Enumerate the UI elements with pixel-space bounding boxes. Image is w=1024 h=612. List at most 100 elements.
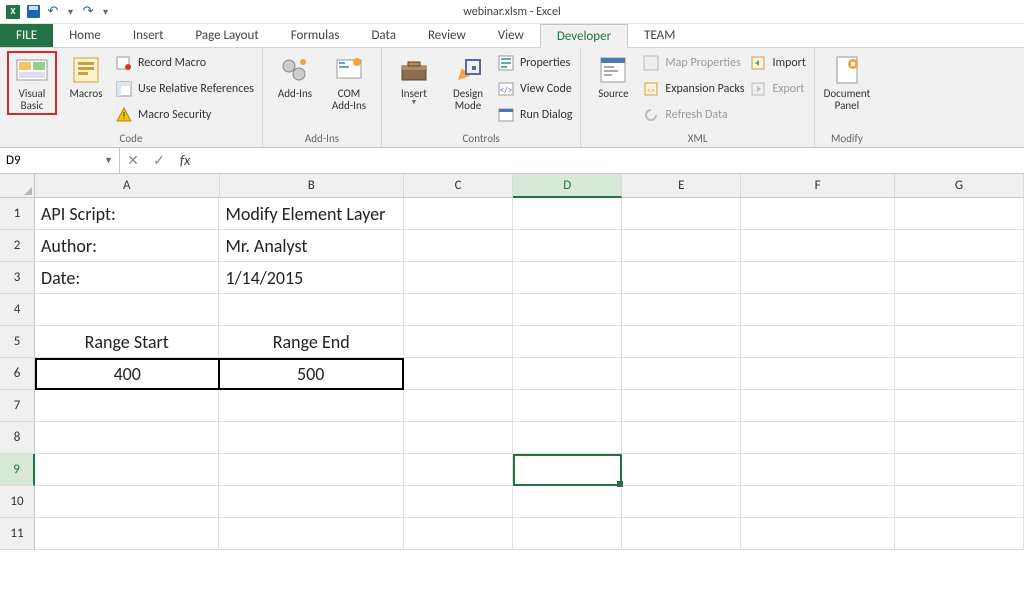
tab-view[interactable]: View xyxy=(482,24,540,47)
cell[interactable] xyxy=(622,294,741,326)
tab-insert[interactable]: Insert xyxy=(117,24,180,47)
cell[interactable] xyxy=(895,422,1024,454)
cell[interactable] xyxy=(404,294,513,326)
properties-button[interactable]: Properties xyxy=(498,52,572,74)
cell[interactable] xyxy=(622,518,741,550)
cell[interactable] xyxy=(513,358,622,390)
row-header[interactable]: 5 xyxy=(0,326,35,358)
column-header[interactable]: G xyxy=(895,174,1024,198)
cell[interactable] xyxy=(513,422,622,454)
cell[interactable] xyxy=(622,358,741,390)
cell[interactable] xyxy=(404,326,513,358)
cell[interactable] xyxy=(895,486,1024,518)
active-cell[interactable] xyxy=(513,454,622,486)
cell[interactable] xyxy=(404,198,513,230)
cell[interactable] xyxy=(622,262,741,294)
cell[interactable] xyxy=(741,262,895,294)
row-header[interactable]: 4 xyxy=(0,294,35,326)
use-relative-refs-button[interactable]: Use Relative References xyxy=(116,78,254,100)
document-panel-button[interactable]: Document Panel xyxy=(823,52,871,114)
export-button[interactable]: Export xyxy=(750,78,805,100)
cell[interactable] xyxy=(219,390,403,422)
insert-control-button[interactable]: Insert ▼ xyxy=(390,52,438,108)
cell[interactable] xyxy=(513,294,622,326)
cell[interactable] xyxy=(219,454,403,486)
cell[interactable] xyxy=(741,454,895,486)
cell[interactable] xyxy=(513,198,622,230)
cell[interactable] xyxy=(895,358,1024,390)
cell[interactable]: 1/14/2015 xyxy=(219,262,403,294)
cell[interactable] xyxy=(895,262,1024,294)
row-header[interactable]: 11 xyxy=(0,518,35,550)
macro-security-button[interactable]: ! Macro Security xyxy=(116,104,254,126)
cell[interactable] xyxy=(35,294,219,326)
import-button[interactable]: Import xyxy=(750,52,805,74)
cell[interactable] xyxy=(622,230,741,262)
tab-formulas[interactable]: Formulas xyxy=(275,24,356,47)
tab-team[interactable]: TEAM xyxy=(628,24,691,47)
macros-button[interactable]: Macros xyxy=(62,52,110,102)
cell[interactable]: Mr. Analyst xyxy=(219,230,403,262)
row-header[interactable]: 6 xyxy=(0,358,35,390)
cell[interactable] xyxy=(219,518,403,550)
row-header[interactable]: 1 xyxy=(0,198,35,230)
cell[interactable] xyxy=(741,390,895,422)
select-all-corner[interactable] xyxy=(0,174,35,198)
tab-review[interactable]: Review xyxy=(412,24,482,47)
cell[interactable] xyxy=(513,326,622,358)
cell[interactable] xyxy=(895,294,1024,326)
cell[interactable] xyxy=(513,390,622,422)
cell[interactable] xyxy=(741,486,895,518)
worksheet-grid[interactable]: 1 2 3 4 5 6 7 8 9 10 11 A B C D E F G AP… xyxy=(0,174,1024,612)
com-addins-button[interactable]: COM Add-Ins xyxy=(325,52,373,114)
cell[interactable]: Range End xyxy=(219,326,403,358)
row-header[interactable]: 2 xyxy=(0,230,35,262)
cell[interactable] xyxy=(741,422,895,454)
source-button[interactable]: Source xyxy=(589,52,637,102)
cell[interactable] xyxy=(404,422,513,454)
name-box[interactable]: D9 ▼ xyxy=(0,148,120,173)
design-mode-button[interactable]: Design Mode xyxy=(444,52,492,114)
cell[interactable] xyxy=(404,518,513,550)
record-macro-button[interactable]: Record Macro xyxy=(116,52,254,74)
run-dialog-button[interactable]: Run Dialog xyxy=(498,104,572,126)
cell[interactable] xyxy=(622,326,741,358)
visual-basic-button[interactable]: Visual Basic xyxy=(8,52,56,114)
cell[interactable] xyxy=(35,454,219,486)
cell[interactable] xyxy=(404,454,513,486)
tab-developer[interactable]: Developer xyxy=(540,24,628,48)
row-header[interactable]: 8 xyxy=(0,422,35,454)
cell[interactable]: Range Start xyxy=(35,326,219,358)
column-header[interactable]: D xyxy=(513,174,622,198)
view-code-button[interactable]: </> View Code xyxy=(498,78,572,100)
cell[interactable] xyxy=(741,326,895,358)
cell[interactable] xyxy=(35,390,219,422)
column-header[interactable]: A xyxy=(35,174,220,198)
cell[interactable] xyxy=(622,422,741,454)
cell[interactable] xyxy=(404,358,513,390)
formula-input[interactable] xyxy=(198,148,1024,173)
cell[interactable]: 500 xyxy=(220,358,404,390)
cell[interactable]: Date: xyxy=(35,262,219,294)
cell[interactable] xyxy=(404,262,513,294)
cell[interactable] xyxy=(622,198,741,230)
save-icon[interactable] xyxy=(24,3,42,21)
cell[interactable] xyxy=(741,198,895,230)
name-box-dropdown-icon[interactable]: ▼ xyxy=(104,155,113,166)
expansion-packs-button[interactable]: <> Expansion Packs xyxy=(643,78,744,100)
refresh-data-button[interactable]: Refresh Data xyxy=(643,104,744,126)
column-header[interactable]: C xyxy=(404,174,513,198)
cell[interactable] xyxy=(513,486,622,518)
cell[interactable] xyxy=(513,262,622,294)
cell[interactable] xyxy=(895,230,1024,262)
cell[interactable]: API Script: xyxy=(35,198,219,230)
cell[interactable] xyxy=(219,294,403,326)
addins-button[interactable]: Add-Ins xyxy=(271,52,319,102)
cell[interactable] xyxy=(622,390,741,422)
cell[interactable] xyxy=(35,486,219,518)
cell[interactable] xyxy=(513,518,622,550)
cell[interactable] xyxy=(895,390,1024,422)
enter-formula-icon[interactable]: ✓ xyxy=(146,152,172,169)
cell[interactable] xyxy=(895,326,1024,358)
undo-dropdown[interactable]: ▾ xyxy=(64,5,77,18)
